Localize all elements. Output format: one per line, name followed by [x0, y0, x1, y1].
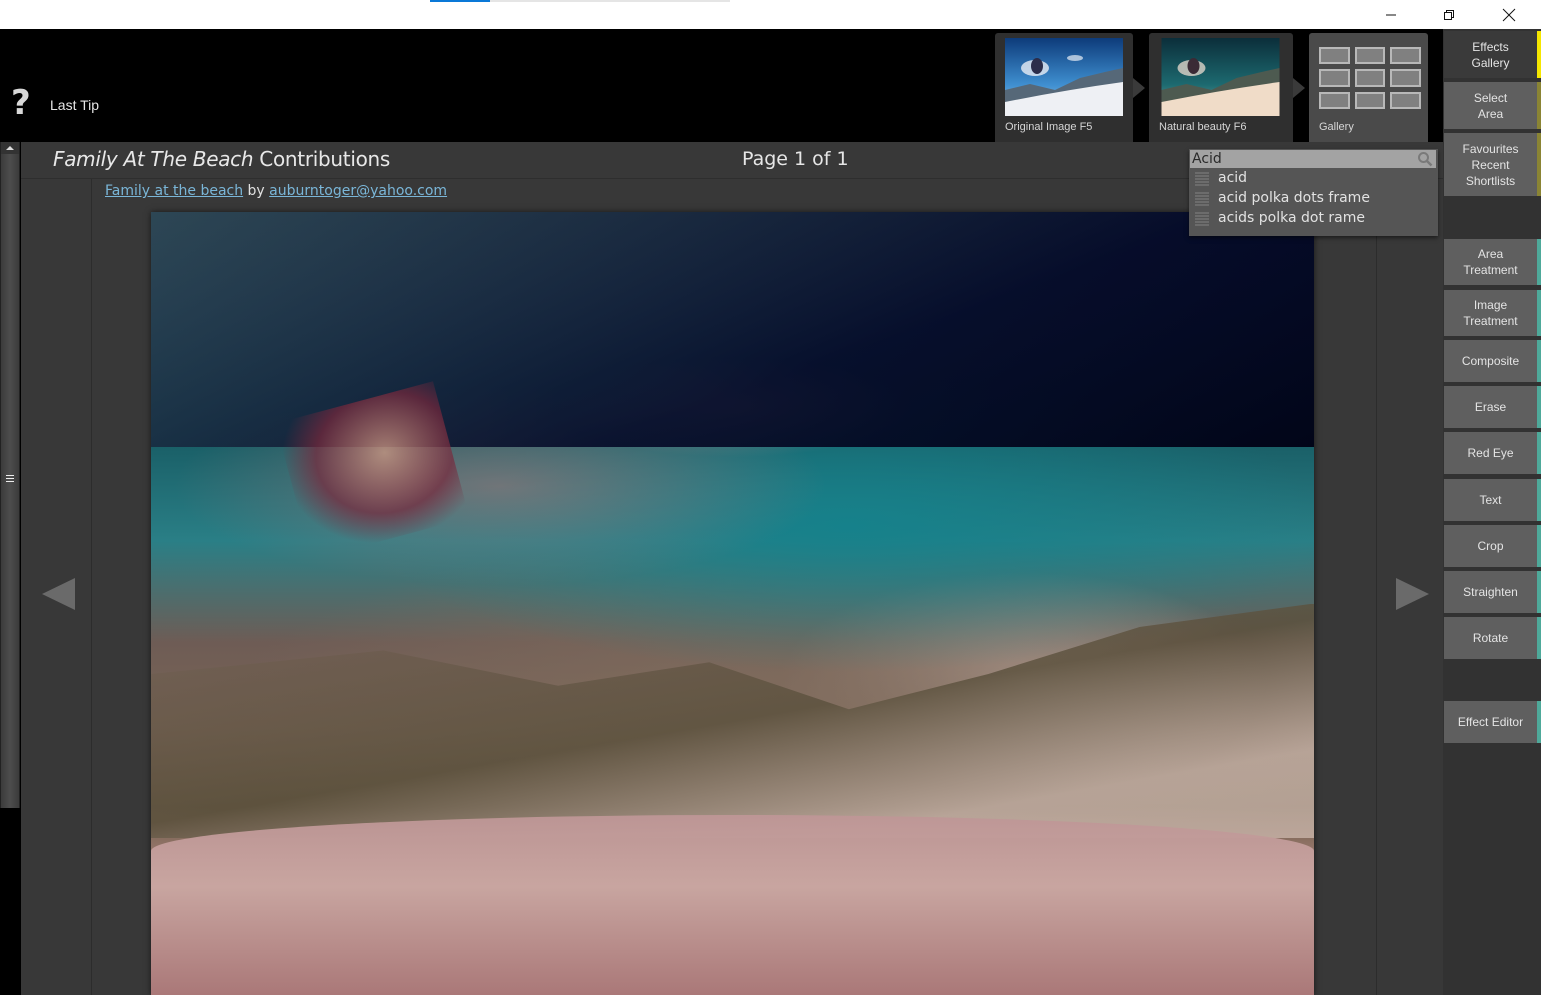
sidebar-button-label: Straighten [1463, 584, 1518, 600]
page-title: Family At The Beach Contributions [53, 147, 390, 171]
gallery-main-panel: Family At The Beach Contributions Page 1… [21, 142, 1443, 995]
page-title-rest: Contributions [253, 147, 391, 171]
sidebar-button-label: Red Eye [1467, 445, 1513, 461]
sidebar-button-erase[interactable]: Erase [1444, 386, 1541, 428]
sidebar-label-line: Recent [1471, 157, 1510, 172]
flow-arrow-icon [1133, 78, 1145, 98]
list-lines-icon [1195, 212, 1209, 226]
sidebar-button-label: Crop [1477, 538, 1503, 554]
sidebar-button-label: Image Treatment [1463, 297, 1517, 329]
sidebar-button-label: Area Treatment [1463, 246, 1517, 278]
vertical-scrollbar[interactable] [0, 142, 20, 808]
natural-beauty-preview [1161, 38, 1280, 116]
sidebar-label-line: Favourites [1462, 141, 1519, 156]
close-button[interactable] [1486, 0, 1532, 29]
column-divider [1376, 179, 1377, 995]
sidebar-label-line: Treatment [1463, 263, 1518, 277]
search-suggestion[interactable]: acids polka dot rame [1189, 209, 1438, 229]
thumbnail-label: Natural beauty F6 [1159, 121, 1247, 133]
sidebar-button-text[interactable]: Text [1444, 479, 1541, 521]
search-suggestion[interactable]: acid polka dots frame [1189, 189, 1438, 209]
sidebar-label-line: Select [1473, 90, 1508, 105]
sidebar-button-red-eye[interactable]: Red Eye [1444, 432, 1541, 474]
sidebar-button-label: Select Area [1474, 90, 1507, 122]
column-divider [91, 179, 92, 995]
natural-beauty-thumbnail[interactable]: Natural beauty F6 [1149, 33, 1293, 142]
sidebar-button-favourites-recent-shortlists[interactable]: Favourites Recent Shortlists [1444, 133, 1541, 196]
sidebar-label-line: Text [1479, 493, 1502, 507]
contribution-image[interactable] [151, 212, 1314, 995]
contribution-title-link[interactable]: Family at the beach [105, 183, 243, 199]
image-snow-region [151, 814, 1314, 995]
sidebar-label-line: Area [1477, 106, 1504, 121]
gallery-thumbnail[interactable]: Gallery [1309, 33, 1428, 142]
image-mountain-region [151, 603, 1314, 839]
sidebar-label-line: Crop [1477, 539, 1504, 553]
restore-button[interactable] [1426, 0, 1472, 29]
loading-progress-bar [430, 0, 730, 2]
sidebar-button-label: Text [1479, 492, 1501, 508]
sidebar-button-label: Composite [1462, 353, 1519, 369]
sidebar-label-line: Effect Editor [1457, 715, 1524, 729]
search-suggestion[interactable]: acid [1189, 169, 1438, 189]
search-suggestion-text: acid polka dots frame [1218, 190, 1370, 206]
next-arrow-button[interactable] [1396, 578, 1429, 610]
sidebar-button-effect-editor[interactable]: Effect Editor [1444, 701, 1541, 743]
sidebar-label-line: Red Eye [1467, 446, 1514, 460]
previous-arrow-button[interactable] [42, 578, 75, 610]
loading-progress-fill [430, 0, 490, 2]
minimize-button[interactable] [1368, 0, 1414, 29]
sidebar-button-area-treatment[interactable]: Area Treatment [1444, 239, 1541, 285]
sidebar-button-image-treatment[interactable]: Image Treatment [1444, 290, 1541, 336]
page-counter: Page 1 of 1 [742, 148, 849, 170]
sidebar-label-line: Effects [1472, 39, 1509, 54]
flow-arrow-icon [1293, 78, 1305, 98]
sidebar-label-line: Rotate [1472, 631, 1509, 645]
sidebar-button-straighten[interactable]: Straighten [1444, 571, 1541, 613]
search-input[interactable] [1190, 150, 1436, 168]
sidebar-button-label: Rotate [1473, 630, 1508, 646]
sidebar-button-label: Erase [1475, 399, 1506, 415]
contribution-byline: Family at the beach by auburntoger@yahoo… [105, 183, 447, 199]
list-lines-icon [1195, 192, 1209, 206]
scroll-grip-icon [6, 475, 14, 483]
sidebar-label-line: Straighten [1463, 585, 1518, 599]
thumbnail-label: Gallery [1319, 121, 1354, 133]
original-image-thumbnail[interactable]: Original Image F5 [995, 33, 1133, 142]
sidebar-button-rotate[interactable]: Rotate [1444, 617, 1541, 659]
author-email-link[interactable]: auburntoger@yahoo.com [269, 183, 447, 199]
sidebar-button-effects-gallery[interactable]: Effects Gallery [1444, 31, 1541, 78]
effects-search-box: acid acid polka dots frame acids polka dot… [1189, 149, 1438, 236]
search-suggestion-text: acid [1218, 170, 1248, 186]
minimize-icon [1386, 14, 1396, 15]
byline-by-text: by [243, 183, 270, 199]
sidebar-label-line: Erase [1474, 400, 1507, 414]
sidebar-label-line: Image [1473, 298, 1508, 312]
page-title-italic: Family At The Beach [53, 147, 254, 171]
sidebar-button-label: Effect Editor [1458, 714, 1523, 730]
thumbnail-label: Original Image F5 [1005, 121, 1093, 133]
sidebar-label-line: Shortlists [1465, 173, 1516, 188]
list-lines-icon [1195, 172, 1209, 186]
sidebar-label-line: Treatment [1463, 314, 1518, 328]
sidebar-button-crop[interactable]: Crop [1444, 525, 1541, 567]
search-icon[interactable] [1417, 151, 1433, 167]
close-icon [1502, 8, 1516, 21]
sidebar-label-line: Area [1477, 247, 1504, 261]
restore-icon [1444, 9, 1454, 20]
help-question-icon[interactable]: ? [11, 86, 31, 120]
sidebar-button-label: Effects Gallery [1471, 39, 1509, 71]
sidebar-button-select-area[interactable]: Select Area [1444, 82, 1541, 129]
sidebar-button-label: Favourites Recent Shortlists [1462, 141, 1518, 189]
last-tip-link[interactable]: Last Tip [50, 97, 99, 113]
scroll-up-button[interactable] [1, 142, 19, 154]
window-title-bar [0, 0, 1541, 29]
sidebar-button-composite[interactable]: Composite [1444, 340, 1541, 382]
gallery-grid-icon [1319, 47, 1421, 109]
original-image-preview [1005, 38, 1123, 116]
sidebar-label-line: Composite [1461, 354, 1520, 368]
search-suggestion-text: acids polka dot rame [1218, 210, 1366, 226]
sidebar-label-line: Gallery [1471, 55, 1510, 70]
